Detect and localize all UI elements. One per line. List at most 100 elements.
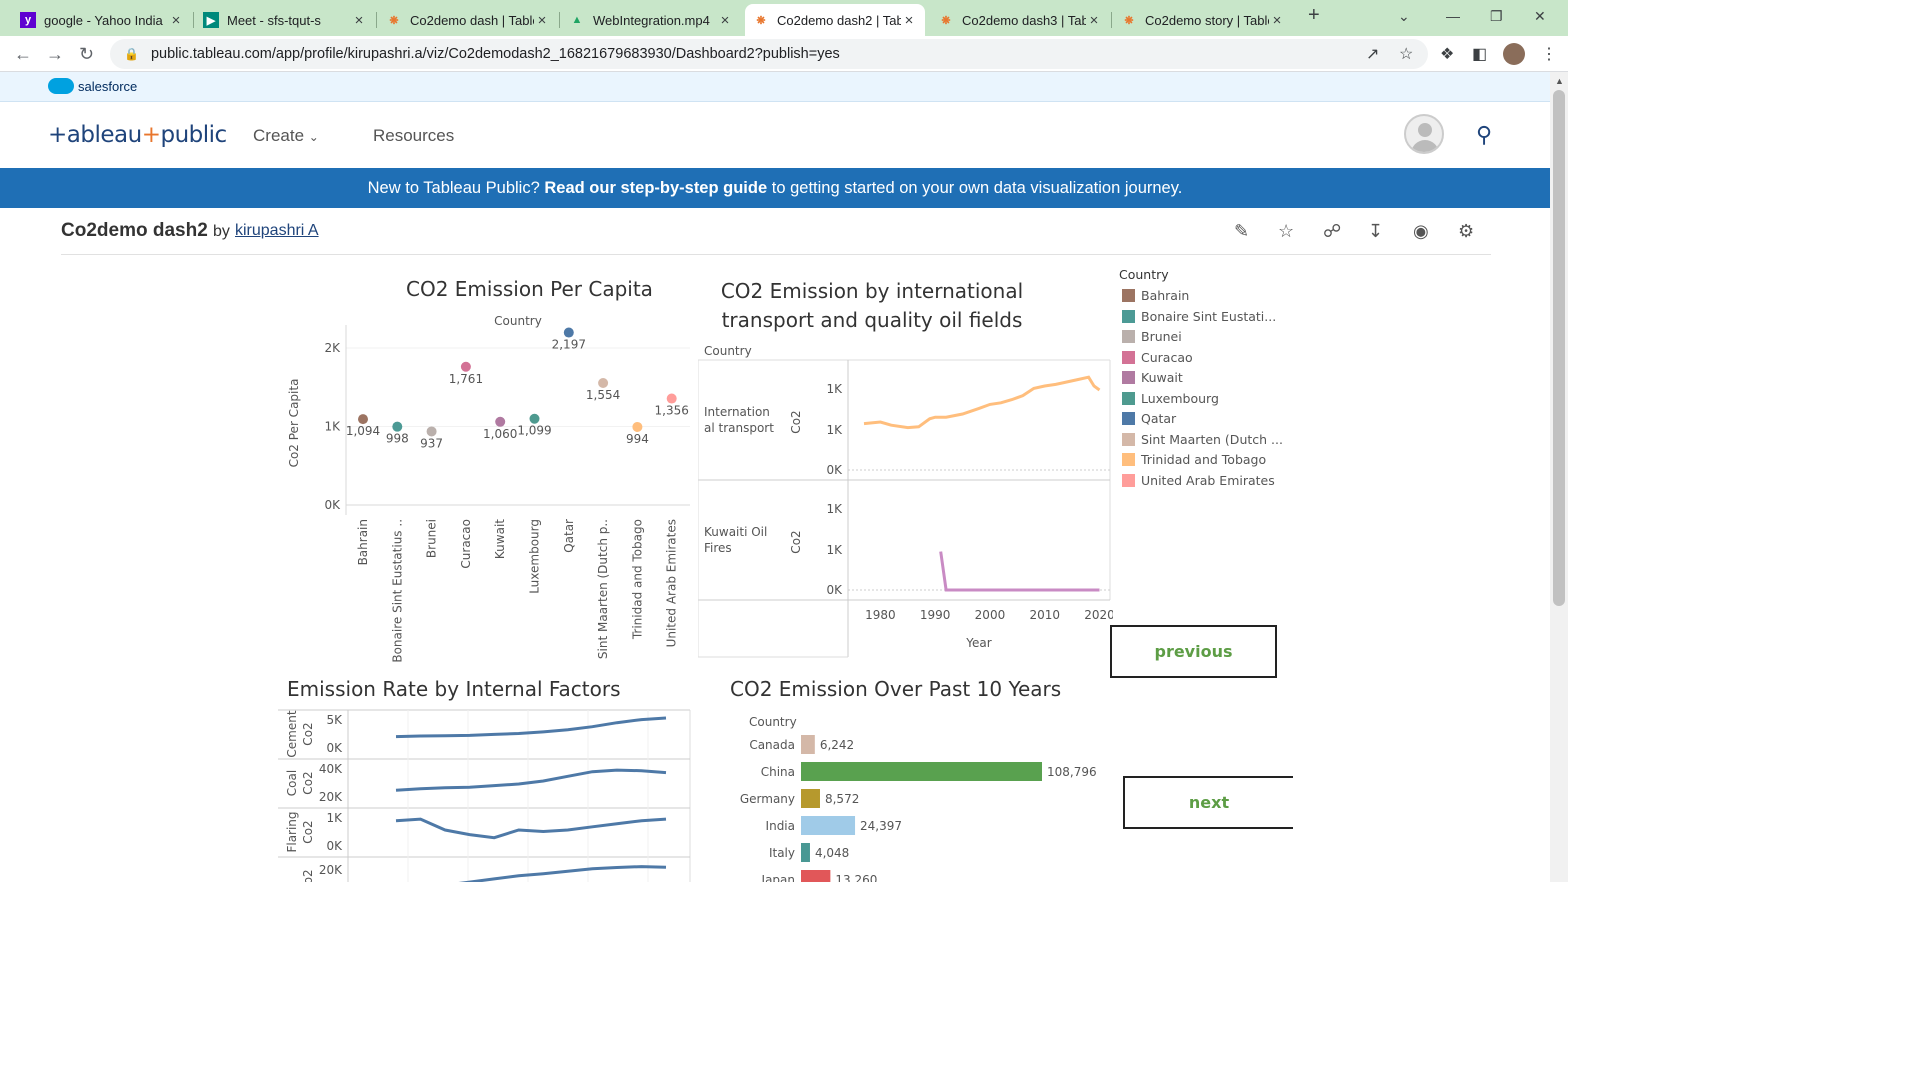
legend-swatch: [1122, 391, 1135, 405]
tableau-public-logo[interactable]: +ableau+public: [48, 122, 227, 148]
scrollbar-thumb[interactable]: [1553, 90, 1565, 606]
legend-item[interactable]: Sint Maarten (Dutch ...: [1122, 432, 1283, 447]
browser-tab[interactable]: ▶ Meet - sfs-tqut-s ×: [195, 4, 375, 36]
legend-item[interactable]: Trinidad and Tobago: [1122, 452, 1266, 467]
legend-label: Trinidad and Tobago: [1141, 452, 1267, 467]
extensions-icon[interactable]: ❖: [1440, 44, 1454, 64]
profile-avatar[interactable]: [1503, 43, 1525, 65]
download-icon[interactable]: ↧: [1368, 221, 1383, 242]
scatter-point[interactable]: [392, 421, 403, 432]
browser-tab[interactable]: y google - Yahoo India ×: [12, 4, 192, 36]
close-icon[interactable]: ×: [1086, 12, 1102, 29]
y-tick-label: 5K: [326, 713, 343, 727]
new-tab-button[interactable]: +: [1308, 4, 1320, 27]
browser-tab[interactable]: ❋ Co2demo dash | Table ×: [378, 4, 558, 36]
bar[interactable]: [801, 789, 820, 808]
y-tick-label: 1K: [326, 811, 343, 825]
bar[interactable]: [801, 870, 831, 882]
edit-icon[interactable]: ✎: [1234, 221, 1249, 242]
favorite-star-icon[interactable]: ☆: [1278, 221, 1294, 242]
tab-title: Co2demo story | Table: [1145, 12, 1269, 28]
panel-label: Flaring: [285, 811, 299, 852]
y-tick-label: 0K: [326, 741, 343, 755]
y-tick-label: 0K: [826, 583, 843, 597]
scatter-point[interactable]: [495, 416, 506, 427]
legend-item[interactable]: Kuwait: [1122, 370, 1183, 385]
bar[interactable]: [801, 843, 810, 862]
salesforce-label: salesforce: [78, 78, 138, 94]
close-icon[interactable]: ×: [717, 12, 733, 29]
bar[interactable]: [801, 762, 1042, 781]
browser-tab[interactable]: ❋ Co2demo dash3 | Tab ×: [930, 4, 1110, 36]
scatter-point[interactable]: [598, 378, 609, 389]
address-bar[interactable]: 🔒 public.tableau.com/app/profile/kirupas…: [110, 39, 1428, 69]
window-close-icon[interactable]: ✕: [1534, 8, 1546, 25]
search-icon[interactable]: ⚲: [1476, 122, 1492, 148]
legend-item[interactable]: United Arab Emirates: [1122, 473, 1275, 488]
author-link[interactable]: kirupashri A: [235, 222, 319, 240]
reload-icon[interactable]: ↻: [79, 44, 94, 65]
salesforce-logo[interactable]: salesforce: [48, 78, 137, 94]
forward-icon[interactable]: →: [46, 44, 64, 65]
guide-link[interactable]: Read our step-by-step guide: [544, 179, 767, 197]
share-icon[interactable]: ↗: [1366, 44, 1379, 64]
tab-search-icon[interactable]: ⌄: [1398, 8, 1410, 25]
scatter-point[interactable]: [460, 361, 471, 372]
bookmark-star-icon[interactable]: ☆: [1399, 44, 1413, 64]
scatter-point[interactable]: [632, 421, 643, 432]
viz-title: Co2demo dash2: [61, 220, 208, 241]
next-button[interactable]: next: [1123, 776, 1293, 829]
page-scrollbar[interactable]: ▲: [1550, 72, 1568, 882]
scatter-point[interactable]: [529, 413, 540, 424]
browser-tab[interactable]: ❋ Co2demo story | Table ×: [1113, 4, 1293, 36]
scroll-up-icon[interactable]: ▲: [1555, 76, 1564, 86]
series-line[interactable]: [395, 817, 667, 840]
bar[interactable]: [801, 816, 856, 835]
close-icon[interactable]: ×: [901, 12, 917, 29]
scatter-point[interactable]: [358, 414, 368, 425]
resources-link[interactable]: Resources: [373, 126, 454, 146]
legend-item[interactable]: Qatar: [1122, 411, 1176, 426]
settings-gear-icon[interactable]: ⚙: [1458, 221, 1474, 242]
scatter-point[interactable]: [563, 327, 574, 338]
create-menu[interactable]: Create ⌄: [253, 126, 319, 146]
tableau-icon: ❋: [1124, 14, 1134, 27]
back-icon[interactable]: ←: [14, 44, 32, 65]
user-avatar[interactable]: [1404, 114, 1444, 154]
x-tick-label: Curacao: [459, 519, 473, 569]
legend-label: Sint Maarten (Dutch ...: [1141, 431, 1283, 447]
tableau-icon: ❋: [756, 14, 766, 27]
minimize-icon[interactable]: —: [1446, 8, 1460, 24]
browser-tab[interactable]: ▲ WebIntegration.mp4 ×: [561, 4, 741, 36]
series-line[interactable]: [395, 716, 667, 739]
previous-button[interactable]: previous: [1110, 625, 1277, 678]
legend-swatch: [1122, 432, 1135, 446]
bar[interactable]: [801, 735, 815, 754]
side-panel-icon[interactable]: ◧: [1472, 44, 1487, 64]
maximize-icon[interactable]: ❐: [1490, 8, 1503, 25]
browser-menu-icon[interactable]: ⋮: [1541, 44, 1557, 64]
scatter-point[interactable]: [666, 393, 677, 404]
scatter-point[interactable]: [426, 426, 437, 437]
close-icon[interactable]: ×: [168, 12, 184, 29]
close-icon[interactable]: ×: [534, 12, 550, 29]
legend-item[interactable]: Luxembourg: [1122, 391, 1219, 406]
browser-tab[interactable]: ❋ Co2demo dash2 | Tab ×: [745, 4, 925, 36]
share-icon[interactable]: ☍: [1323, 221, 1341, 242]
close-icon[interactable]: ×: [1269, 12, 1285, 29]
close-icon[interactable]: ×: [351, 12, 367, 29]
legend-item[interactable]: Bahrain: [1122, 288, 1189, 303]
x-tick-label: Trinidad and Tobago: [630, 519, 644, 640]
series-line[interactable]: [939, 551, 1100, 592]
legend-item[interactable]: Curacao: [1122, 350, 1193, 365]
badge-icon[interactable]: ◉: [1413, 221, 1429, 242]
x-tick-label: 1990: [920, 608, 951, 622]
series-line[interactable]: [396, 865, 667, 882]
legend-swatch: [1122, 371, 1135, 384]
series-line[interactable]: [395, 768, 667, 792]
logo-plus: +: [141, 122, 161, 148]
series-line[interactable]: [863, 375, 1101, 430]
legend-item[interactable]: Brunei: [1122, 329, 1182, 344]
x-tick-label: Luxembourg: [528, 519, 542, 594]
legend-item[interactable]: Bonaire Sint Eustati...: [1122, 309, 1276, 324]
